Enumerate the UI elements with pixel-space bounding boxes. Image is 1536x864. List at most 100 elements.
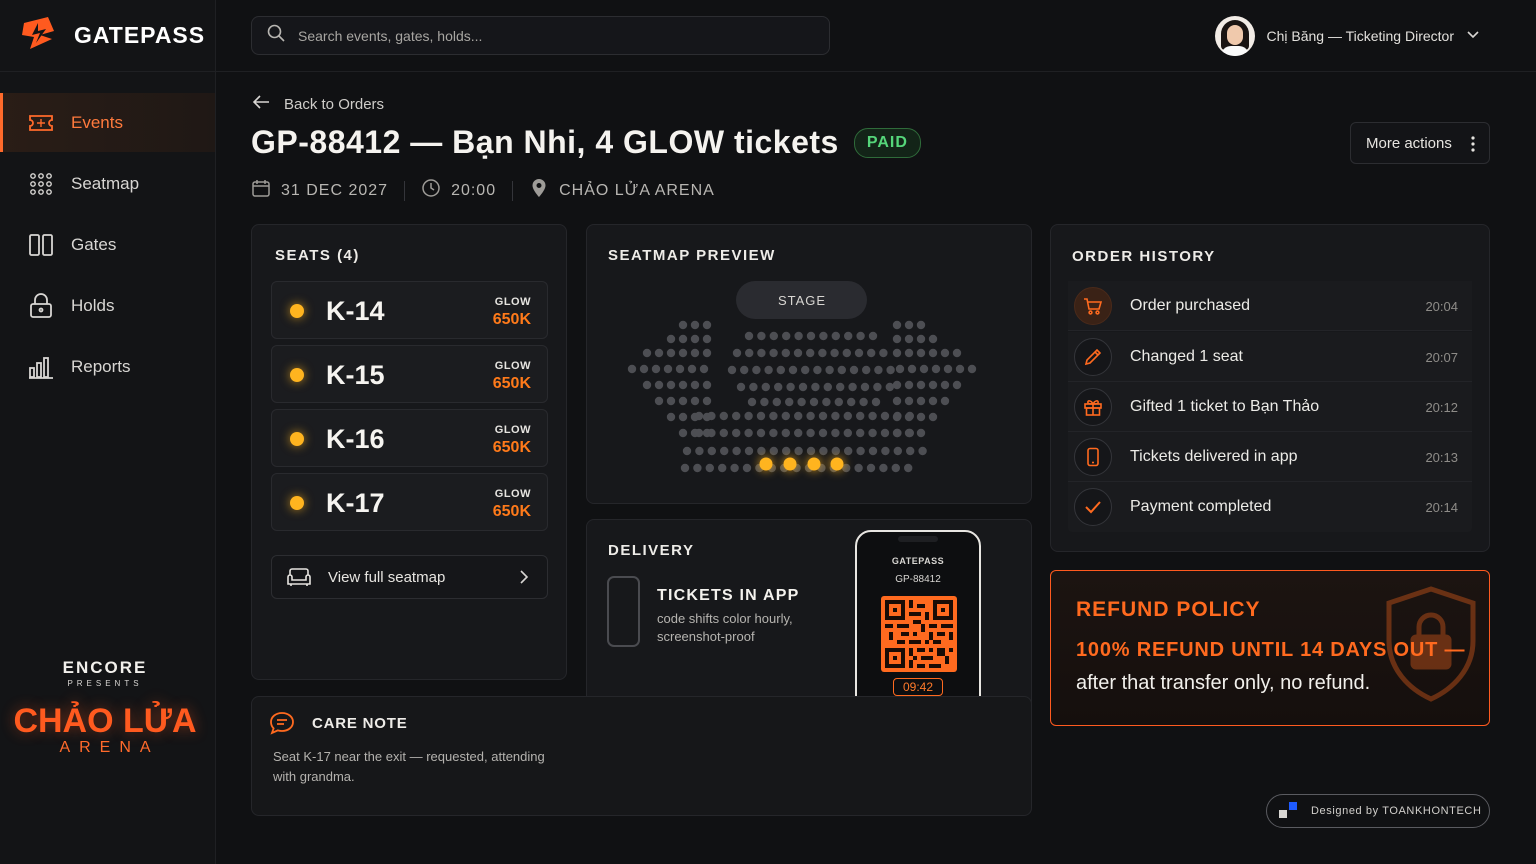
seat-dot: [813, 365, 822, 375]
seat-dot: [955, 364, 965, 374]
seat-price: 650K: [492, 375, 531, 392]
seatmap-graphic[interactable]: STAGE: [587, 225, 1033, 505]
seat-dot: [831, 446, 840, 456]
seat-dot: [806, 411, 815, 421]
seat-dot: [749, 382, 758, 392]
seat-dot: [769, 428, 778, 438]
seat-dot: [836, 382, 845, 392]
history-item[interactable]: Changed 1 seat 20:07: [1068, 332, 1472, 382]
back-label: Back to Orders: [284, 95, 385, 113]
seat-dot: [654, 380, 664, 390]
nav-item-seatmap[interactable]: Seatmap: [0, 154, 215, 213]
seat-tier: GLOW: [494, 296, 531, 308]
seat-dot: [786, 382, 795, 392]
seat-code: K-17: [326, 488, 385, 518]
seat-dot: [782, 331, 791, 341]
nav-item-events[interactable]: Events: [0, 93, 215, 152]
venue-subname: ARENA: [59, 739, 160, 756]
seat-dot: [690, 334, 700, 344]
seat-dot: [906, 446, 915, 456]
seat-dot: [940, 348, 950, 358]
user-menu[interactable]: Chị Băng — Ticketing Director: [1215, 14, 1480, 58]
seat-dot: [844, 331, 853, 341]
history-time: 20:14: [1425, 500, 1458, 515]
nav-label: Seatmap: [71, 173, 140, 193]
seats-title: SEATS (4): [275, 247, 360, 264]
seat-dot: [904, 463, 913, 473]
seat-dot: [892, 334, 902, 344]
gatepass-logo-icon: [18, 13, 60, 58]
refund-rule-secondary: after that transfer only, no refund.: [1076, 672, 1371, 694]
seat-code: K-14: [326, 296, 385, 326]
history-item[interactable]: Order purchased 20:04: [1068, 281, 1472, 331]
view-full-seatmap-button[interactable]: View full seatmap: [271, 555, 548, 599]
phone-mockup: GATEPASS GP-88412 09:42: [855, 530, 981, 708]
seat-card[interactable]: K-16 GLOW 650K: [271, 409, 548, 467]
chat-bubble-icon: [270, 712, 294, 735]
seat-dot: [707, 428, 716, 438]
history-time: 20:12: [1425, 400, 1458, 415]
venue-presenter: ENCORE: [62, 658, 148, 677]
seat-dot: [892, 396, 902, 406]
seat-dot: [916, 348, 926, 358]
seat-dot: [760, 397, 769, 407]
seat-dot: [666, 380, 676, 390]
venue-logo: ENCORE PRESENTS CHẢO LỬA ARENA: [0, 658, 210, 757]
seat-dot: [707, 446, 716, 456]
history-item[interactable]: Payment completed 20:14: [1068, 482, 1472, 532]
event-date-text: 31 DEC 2027: [281, 181, 389, 199]
brand[interactable]: GATEPASS: [0, 0, 215, 72]
seatmap-preview-panel[interactable]: SEATMAP PREVIEW STAGE: [586, 224, 1032, 504]
delivery-method: TICKETS IN APP: [657, 587, 800, 604]
seat-dot: [718, 463, 727, 473]
seat-card[interactable]: K-17 GLOW 650K: [271, 473, 548, 531]
seat-card[interactable]: K-14 GLOW 650K: [271, 281, 548, 339]
arrow-left-icon: [251, 92, 284, 116]
seat-dot: [856, 446, 865, 456]
seat-dot: [639, 364, 649, 374]
nav-item-holds[interactable]: Holds: [0, 276, 215, 335]
seat-dot: [756, 428, 766, 438]
history-item[interactable]: Tickets delivered in app 20:13: [1068, 432, 1472, 482]
seat-dot: [806, 446, 816, 456]
seat-dot: [801, 365, 810, 375]
nav-label: Gates: [71, 234, 117, 254]
delivery-title: DELIVERY: [608, 542, 695, 559]
location-pin-icon: [529, 178, 559, 203]
history-label: Gifted 1 ticket to Bạn Thảo: [1130, 398, 1320, 415]
seat-dot: [794, 446, 803, 456]
search-input[interactable]: [298, 27, 818, 44]
seat-dot: [793, 348, 803, 358]
event-venue-text: CHẢO LỬA ARENA: [559, 181, 715, 199]
seat-dot: [702, 396, 712, 406]
seat-dot: [736, 382, 746, 392]
pencil-icon: [1074, 338, 1112, 376]
nav-item-reports[interactable]: Reports: [0, 337, 215, 396]
seat-dot: [794, 331, 803, 341]
history-item[interactable]: Gifted 1 ticket to Bạn Thảo 20:12: [1068, 382, 1472, 432]
more-actions-button[interactable]: More actions: [1350, 122, 1490, 164]
seat-dot: [895, 364, 905, 374]
seat-dot: [727, 365, 737, 375]
seat-dot: [678, 320, 688, 330]
seat-dot: [873, 382, 882, 392]
seat-card[interactable]: K-15 GLOW 650K: [271, 345, 548, 403]
seat-dot: [868, 411, 877, 421]
grid-dots-icon: [28, 171, 54, 197]
event-time: 20:00: [421, 178, 496, 203]
seat-dot: [919, 364, 929, 374]
designer-credit-badge[interactable]: Designed by TOANKHONTECH: [1266, 794, 1490, 828]
seat-dot: [868, 331, 878, 341]
back-to-orders-link[interactable]: Back to Orders: [251, 92, 384, 116]
search-box[interactable]: [251, 16, 830, 55]
seat-tier: GLOW: [494, 424, 531, 436]
seat-dot: [916, 334, 926, 344]
seat-dot: [678, 412, 688, 422]
event-meta: 31 DEC 2027 20:00 CHẢO LỬA ARENA: [251, 178, 715, 203]
seat-dot: [892, 320, 902, 330]
designer-logo-icon: [1279, 802, 1299, 820]
nav-label: Reports: [71, 356, 131, 376]
nav-item-gates[interactable]: Gates: [0, 215, 215, 274]
seat-dot: [682, 446, 692, 456]
delivery-panel: DELIVERY TICKETS IN APP code shifts colo…: [586, 519, 1032, 709]
